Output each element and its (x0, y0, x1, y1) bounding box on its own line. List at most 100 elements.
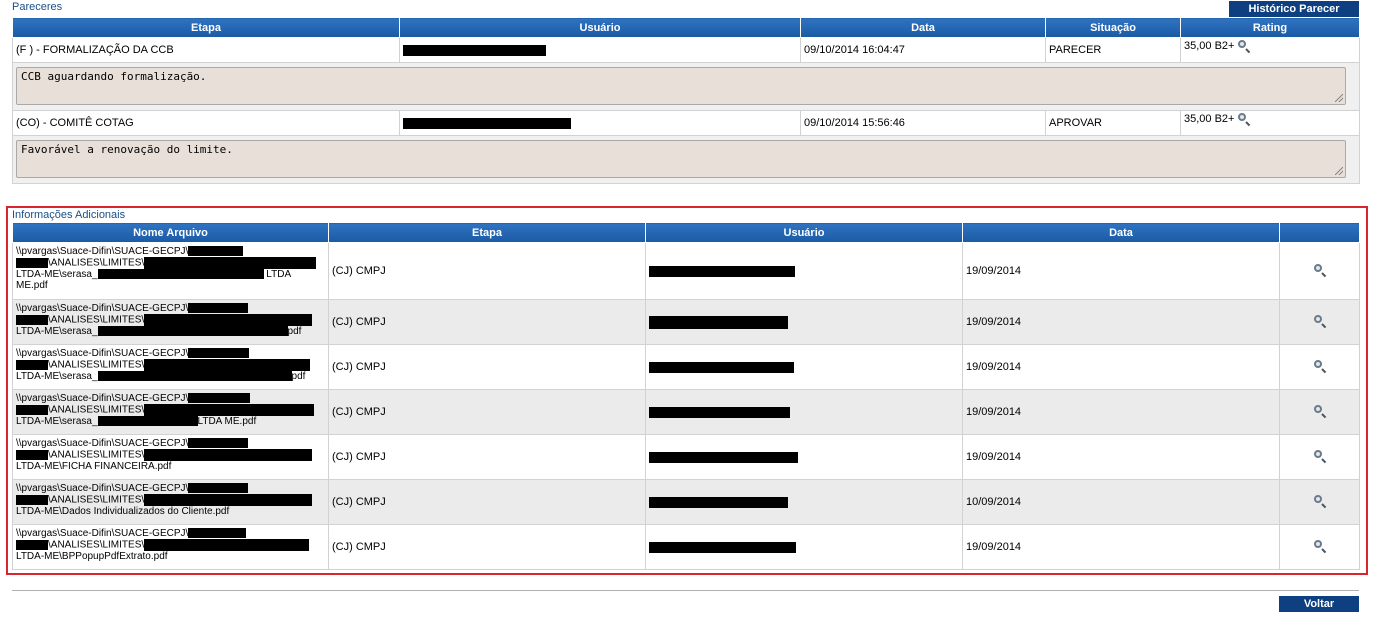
file-data: 10/09/2014 (962, 479, 1280, 525)
redacted-block (649, 265, 795, 277)
col-usuario[interactable]: Usuário (645, 222, 963, 243)
file-name-cell: \\pvargas\Suace-Difin\SUACE-GECPJ\ \ANAL… (12, 299, 329, 345)
resize-grip-icon[interactable] (1335, 167, 1343, 175)
magnifier-icon[interactable] (1237, 39, 1251, 53)
col-usuario[interactable]: Usuário (399, 17, 801, 38)
file-path-text: \\pvargas\Suace-Difin\SUACE-GECPJ\ (16, 246, 189, 257)
file-name-cell: \\pvargas\Suace-Difin\SUACE-GECPJ\ \ANAL… (12, 344, 329, 390)
redacted-block (144, 494, 313, 506)
file-row: \\pvargas\Suace-Difin\SUACE-GECPJ\ \ANAL… (12, 344, 1360, 390)
redacted-block (97, 269, 264, 280)
file-usuario (645, 479, 963, 525)
file-path-text: \\pvargas\Suace-Difin\SUACE-GECPJ\ (16, 438, 189, 449)
parecer-comment-textarea[interactable]: CCB aguardando formalização. (16, 67, 1346, 105)
parecer-situacao: PARECER (1045, 37, 1181, 63)
file-path-text: LTDA-ME\serasa_ (16, 416, 98, 427)
magnifier-icon[interactable] (1313, 404, 1327, 418)
file-name-cell: \\pvargas\Suace-Difin\SUACE-GECPJ\ \ANAL… (12, 389, 329, 435)
file-name-cell: \\pvargas\Suace-Difin\SUACE-GECPJ\ \ANAL… (12, 242, 329, 300)
parecer-comment-cell: CCB aguardando formalização. (12, 62, 1360, 111)
redacted-block (188, 438, 249, 449)
redacted-block (16, 450, 48, 460)
file-etapa: (CJ) CMPJ (328, 299, 646, 345)
file-row: \\pvargas\Suace-Difin\SUACE-GECPJ\ \ANAL… (12, 242, 1360, 300)
parecer-data: 09/10/2014 16:04:47 (800, 37, 1046, 63)
redacted-block (144, 314, 313, 326)
parecer-comment-text: CCB aguardando formalização. (21, 70, 207, 83)
parecer-rating-cell: 35,00 B2+ (1180, 37, 1360, 63)
file-path-text: LTDA-ME\serasa_ (16, 326, 98, 337)
file-view-cell (1279, 479, 1360, 525)
file-row: \\pvargas\Suace-Difin\SUACE-GECPJ\ \ANAL… (12, 389, 1360, 435)
redacted-block (188, 348, 250, 359)
voltar-button[interactable]: Voltar (1279, 596, 1359, 612)
file-data: 19/09/2014 (962, 524, 1280, 570)
redacted-block (97, 416, 198, 427)
file-path-text: \ANALISES\LIMITES\ (48, 314, 145, 326)
file-path-text: \ANALISES\LIMITES\ (48, 449, 145, 461)
info-table: Nome Arquivo Etapa Usuário Data \\pvarga… (12, 222, 1360, 570)
file-row: \\pvargas\Suace-Difin\SUACE-GECPJ\ \ANAL… (12, 524, 1360, 570)
historico-parecer-button[interactable]: Histórico Parecer (1229, 1, 1359, 17)
file-path-text: LTDA-ME\BPPopupPdfExtrato.pdf (16, 551, 168, 562)
col-data[interactable]: Data (962, 222, 1280, 243)
col-etapa[interactable]: Etapa (328, 222, 646, 243)
magnifier-icon[interactable] (1313, 359, 1327, 373)
parecer-data: 09/10/2014 15:56:46 (800, 110, 1046, 136)
file-path-text: LTDA-ME\Dados Individualizados do Client… (16, 506, 230, 517)
magnifier-icon[interactable] (1313, 494, 1327, 508)
redacted-block (97, 371, 292, 382)
file-view-cell (1279, 242, 1360, 300)
redacted-block (16, 258, 48, 268)
file-view-cell (1279, 389, 1360, 435)
file-path-text: \\pvargas\Suace-Difin\SUACE-GECPJ\ (16, 348, 189, 359)
col-situacao[interactable]: Situação (1045, 17, 1181, 38)
file-path-text: pdf (291, 371, 306, 382)
redacted-block (144, 359, 311, 371)
redacted-block (16, 495, 48, 505)
parecer-comment-textarea[interactable]: Favorável a renovação do limite. (16, 140, 1346, 178)
redacted-block (144, 449, 313, 461)
pareceres-title: Pareceres (12, 1, 63, 13)
col-rating[interactable]: Rating (1180, 17, 1360, 38)
file-path-text: \\pvargas\Suace-Difin\SUACE-GECPJ\ (16, 483, 189, 494)
file-path-text: \\pvargas\Suace-Difin\SUACE-GECPJ\ (16, 528, 189, 539)
file-view-cell (1279, 299, 1360, 345)
footer-divider (12, 590, 1359, 591)
redacted-block (188, 393, 251, 404)
file-usuario (645, 242, 963, 300)
magnifier-icon[interactable] (1313, 263, 1327, 277)
file-data: 19/09/2014 (962, 389, 1280, 435)
parecer-rating: 35,00 B2+ (1184, 113, 1235, 125)
file-path-text: \ANALISES\LIMITES\ (48, 539, 145, 551)
redacted-block (649, 496, 788, 508)
redacted-block (649, 361, 794, 373)
file-usuario (645, 524, 963, 570)
magnifier-icon[interactable] (1313, 449, 1327, 463)
redacted-block (403, 44, 546, 56)
col-data[interactable]: Data (800, 17, 1046, 38)
magnifier-icon[interactable] (1313, 539, 1327, 553)
file-name-cell: \\pvargas\Suace-Difin\SUACE-GECPJ\ \ANAL… (12, 479, 329, 525)
file-path-text: ME.pdf (16, 280, 48, 291)
redacted-block (144, 539, 310, 551)
redacted-block (188, 483, 249, 494)
file-etapa: (CJ) CMPJ (328, 479, 646, 525)
col-etapa[interactable]: Etapa (12, 17, 400, 38)
parecer-comment-row: Favorável a renovação do limite. (12, 135, 1360, 184)
file-view-cell (1279, 344, 1360, 390)
magnifier-icon[interactable] (1237, 112, 1251, 126)
file-path-text: \ANALISES\LIMITES\ (48, 404, 145, 416)
resize-grip-icon[interactable] (1335, 94, 1343, 102)
parecer-rating: 35,00 B2+ (1184, 40, 1235, 52)
redacted-block (144, 257, 317, 269)
file-usuario (645, 344, 963, 390)
parecer-etapa: (F ) - FORMALIZAÇÃO DA CCB (12, 37, 400, 63)
file-row: \\pvargas\Suace-Difin\SUACE-GECPJ\ \ANAL… (12, 434, 1360, 480)
file-etapa: (CJ) CMPJ (328, 524, 646, 570)
col-view (1279, 222, 1360, 243)
magnifier-icon[interactable] (1313, 314, 1327, 328)
file-data: 19/09/2014 (962, 242, 1280, 300)
col-nome-arquivo[interactable]: Nome Arquivo (12, 222, 329, 243)
info-header-row: Nome Arquivo Etapa Usuário Data (12, 222, 1360, 243)
